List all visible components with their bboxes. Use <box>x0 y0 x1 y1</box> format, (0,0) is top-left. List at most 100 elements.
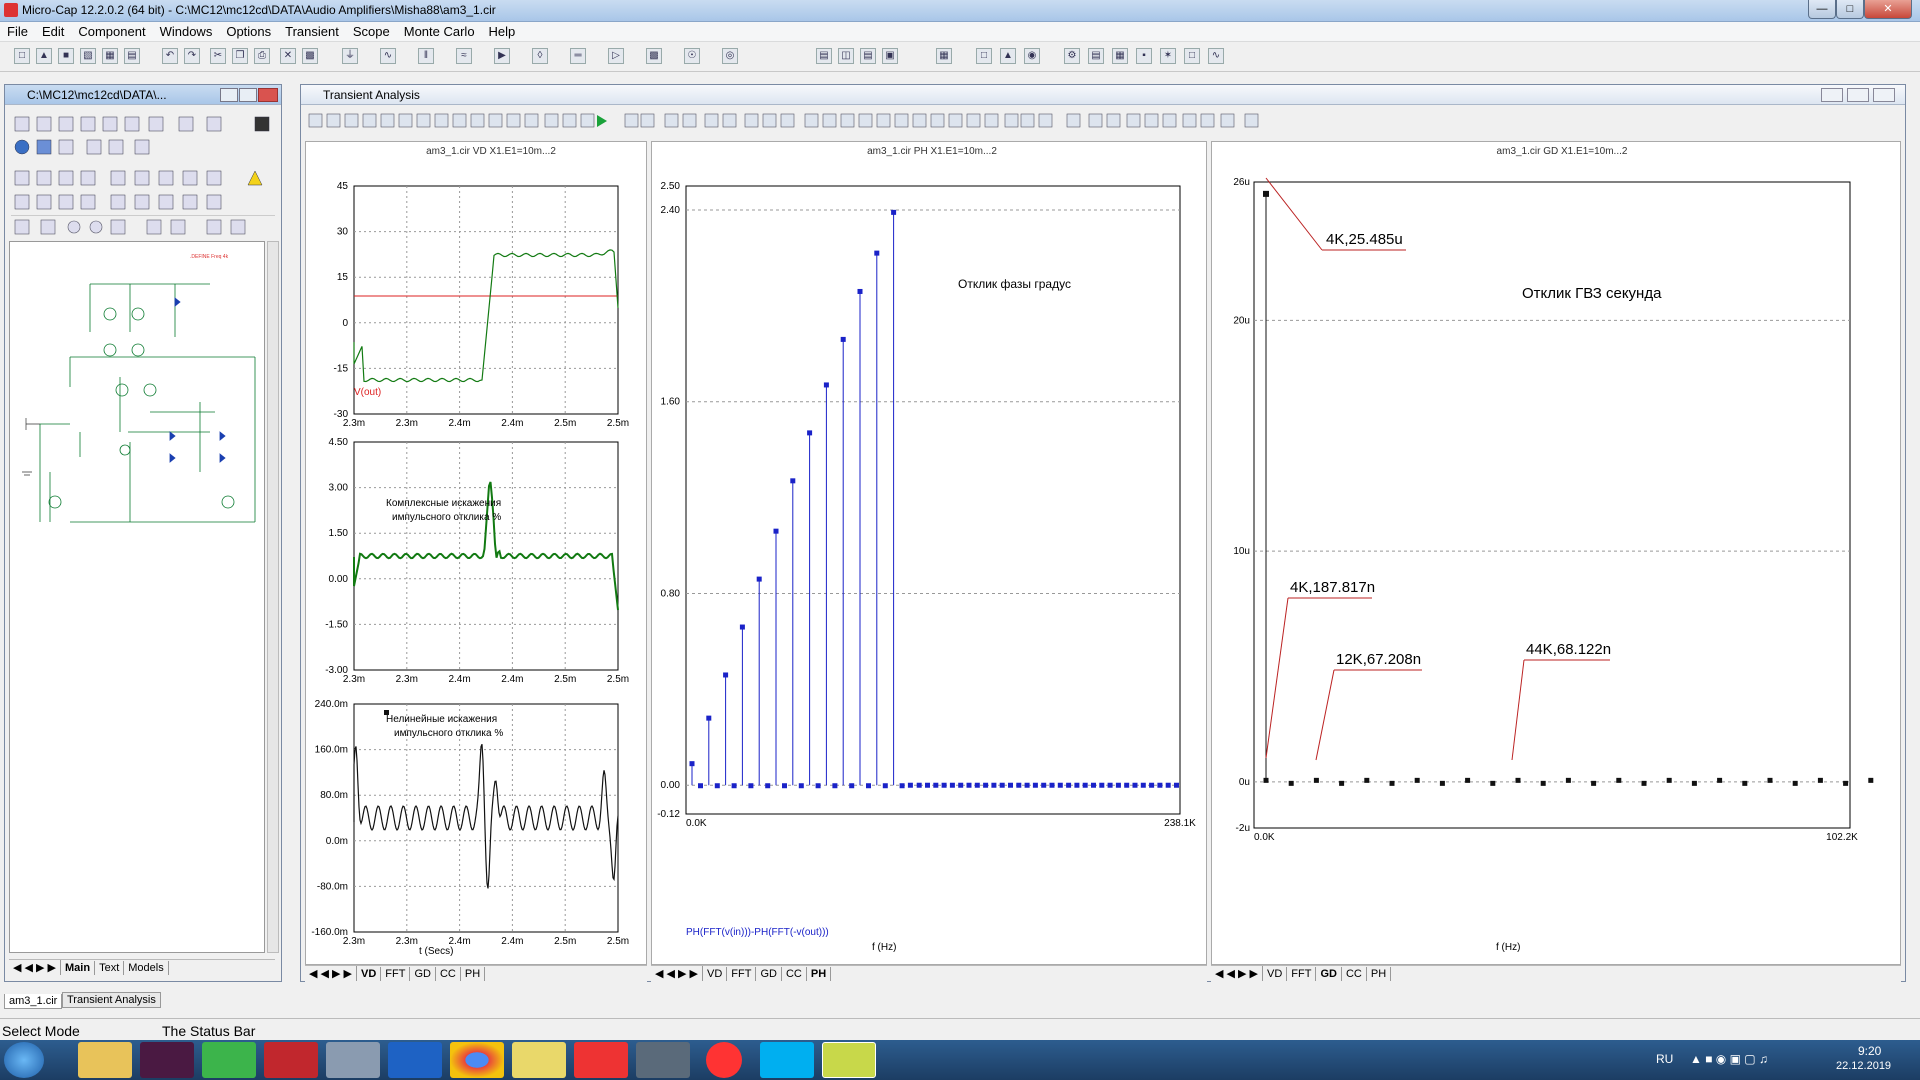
menu-file[interactable]: File <box>0 22 35 39</box>
right-tab-vd[interactable]: VD <box>1263 967 1288 981</box>
analysis-tool-icon[interactable] <box>362 113 377 128</box>
menu-monte-carlo[interactable]: Monte Carlo <box>397 22 482 39</box>
analysis-tool-icon[interactable] <box>1038 113 1053 128</box>
left-tab-ph[interactable]: PH <box>461 967 486 981</box>
indesign-icon[interactable] <box>140 1042 194 1078</box>
schematic-restore-button[interactable] <box>239 88 257 102</box>
analysis-tool-icon[interactable] <box>1182 113 1197 128</box>
filezilla-icon[interactable] <box>264 1042 318 1078</box>
yandex-browser-icon[interactable] <box>706 1042 742 1078</box>
probe-icon[interactable]: ◎ <box>722 48 738 64</box>
select-all-icon[interactable]: ▩ <box>302 48 318 64</box>
opamp-icon[interactable]: ▷ <box>608 48 624 64</box>
analysis-tool-icon[interactable] <box>780 113 795 128</box>
copy-icon[interactable]: ❐ <box>232 48 248 64</box>
analysis-tool-icon[interactable] <box>948 113 963 128</box>
schematic-tool-icons[interactable] <box>11 113 275 223</box>
analysis-tool-icon[interactable] <box>722 113 737 128</box>
start-button[interactable] <box>4 1042 44 1078</box>
right-tab-gd[interactable]: GD <box>1316 967 1342 981</box>
battery-icon[interactable]: ═ <box>570 48 586 64</box>
waveform-icon[interactable]: ∿ <box>1208 48 1224 64</box>
analysis-tool-icon[interactable] <box>966 113 981 128</box>
calculator-icon[interactable]: ▦ <box>936 48 952 64</box>
tile-horizontal-icon[interactable]: ▤ <box>860 48 876 64</box>
transient-minimize-button[interactable] <box>1821 88 1843 102</box>
analysis-tool-icon[interactable] <box>682 113 697 128</box>
analysis-tool-icon[interactable] <box>344 113 359 128</box>
android-icon[interactable] <box>202 1042 256 1078</box>
left-tab-vd[interactable]: VD <box>357 967 382 981</box>
analysis-tool-icon[interactable] <box>762 113 777 128</box>
source-icon[interactable]: ☉ <box>684 48 700 64</box>
left-tab-gd[interactable]: GD <box>410 967 436 981</box>
chip-icon[interactable]: ▩ <box>646 48 662 64</box>
performance-icon[interactable]: □ <box>1184 48 1200 64</box>
redo-icon[interactable]: ↷ <box>184 48 200 64</box>
cut-icon[interactable]: ✂ <box>210 48 226 64</box>
menu-scope[interactable]: Scope <box>346 22 397 39</box>
analysis-tool-icon[interactable] <box>1004 113 1019 128</box>
transistor-icon[interactable]: ◊ <box>532 48 548 64</box>
left-tab-nav[interactable]: ◀ ◀ ▶ ▶ <box>305 966 358 981</box>
analysis-tool-icon[interactable] <box>1126 113 1141 128</box>
analysis-tool-icon[interactable] <box>1066 113 1081 128</box>
left-tab-fft[interactable]: FFT <box>381 967 411 981</box>
menu-windows[interactable]: Windows <box>153 22 220 39</box>
analysis-tool-icon[interactable] <box>624 113 639 128</box>
save-icon[interactable]: ■ <box>58 48 74 64</box>
preview-icon[interactable]: ▦ <box>102 48 118 64</box>
analysis-tool-icon[interactable] <box>1162 113 1177 128</box>
stepping-icon[interactable]: ▪ <box>1136 48 1152 64</box>
ground-icon[interactable]: ⏚ <box>342 48 358 64</box>
analysis-tool-icon[interactable] <box>580 113 595 128</box>
cascade-icon[interactable]: ▤ <box>816 48 832 64</box>
globe-icon[interactable]: ◉ <box>1024 48 1040 64</box>
resistor-icon[interactable]: ∿ <box>380 48 396 64</box>
schematic-scrollbar[interactable] <box>267 241 279 953</box>
analysis-tool-icon[interactable] <box>930 113 945 128</box>
right-tab-nav[interactable]: ◀ ◀ ▶ ▶ <box>1211 966 1264 981</box>
chrome-icon[interactable] <box>450 1042 504 1078</box>
plot-properties-icon[interactable]: ▦ <box>1112 48 1128 64</box>
analysis-tool-icon[interactable] <box>506 113 521 128</box>
model-icon[interactable]: ▲ <box>1000 48 1016 64</box>
right-tab-fft[interactable]: FFT <box>1287 967 1317 981</box>
ph-plot[interactable]: 2.50 2.40 1.60 0.80 0.00 -0.12 0.0K 238.1K Откл… <box>652 142 1208 966</box>
menu-component[interactable]: Component <box>71 22 152 39</box>
analysis-tool-icon[interactable] <box>984 113 999 128</box>
gd-plot[interactable]: 26u 20u 10u 0u -2u 0.0K 102.2K Отклик ГВЗ секу… <box>1212 142 1902 966</box>
tab-main[interactable]: Main <box>61 961 96 975</box>
calculator-app-icon[interactable] <box>326 1042 380 1078</box>
new-file-icon[interactable]: □ <box>14 48 30 64</box>
analysis-tool-icon[interactable] <box>1020 113 1035 128</box>
schematic-minimize-button[interactable] <box>220 88 238 102</box>
maximize-button[interactable]: □ <box>1836 0 1864 19</box>
analysis-tool-icon[interactable] <box>1220 113 1235 128</box>
diode-icon[interactable]: ▶ <box>494 48 510 64</box>
schematic-close-button[interactable] <box>258 88 278 102</box>
minimize-button[interactable]: — <box>1808 0 1836 19</box>
doc-tab-schematic[interactable]: am3_1.cir <box>4 994 63 1009</box>
vd-plot[interactable]: 4530150-15-302.3m 2.3m 2.4m 2.4m 2.5m 2.5m V(… <box>306 142 648 966</box>
mid-tab-fft[interactable]: FFT <box>727 967 757 981</box>
analysis-tool-icon[interactable] <box>876 113 891 128</box>
open-file-icon[interactable]: ▲ <box>36 48 52 64</box>
analysis-tool-icon[interactable] <box>434 113 449 128</box>
analysis-tool-icon[interactable] <box>488 113 503 128</box>
analysis-tool-icon[interactable] <box>1244 113 1259 128</box>
tab-models[interactable]: Models <box>124 961 169 975</box>
delete-icon[interactable]: ✕ <box>280 48 296 64</box>
analysis-tool-icon[interactable] <box>840 113 855 128</box>
notes-icon[interactable] <box>512 1042 566 1078</box>
analysis-tool-icon[interactable] <box>858 113 873 128</box>
tray-icons[interactable]: ▲ ■ ◉ ▣ ▢ ♫ <box>1690 1052 1768 1066</box>
print-icon[interactable]: ▤ <box>124 48 140 64</box>
analysis-tool-icon[interactable] <box>744 113 759 128</box>
transient-close-button[interactable] <box>1873 88 1895 102</box>
zoom-tool-icons[interactable] <box>11 216 275 238</box>
transient-restore-button[interactable] <box>1847 88 1869 102</box>
page-icon[interactable]: □ <box>976 48 992 64</box>
close-button[interactable]: ✕ <box>1864 0 1912 19</box>
inductor-icon[interactable]: ≈ <box>456 48 472 64</box>
